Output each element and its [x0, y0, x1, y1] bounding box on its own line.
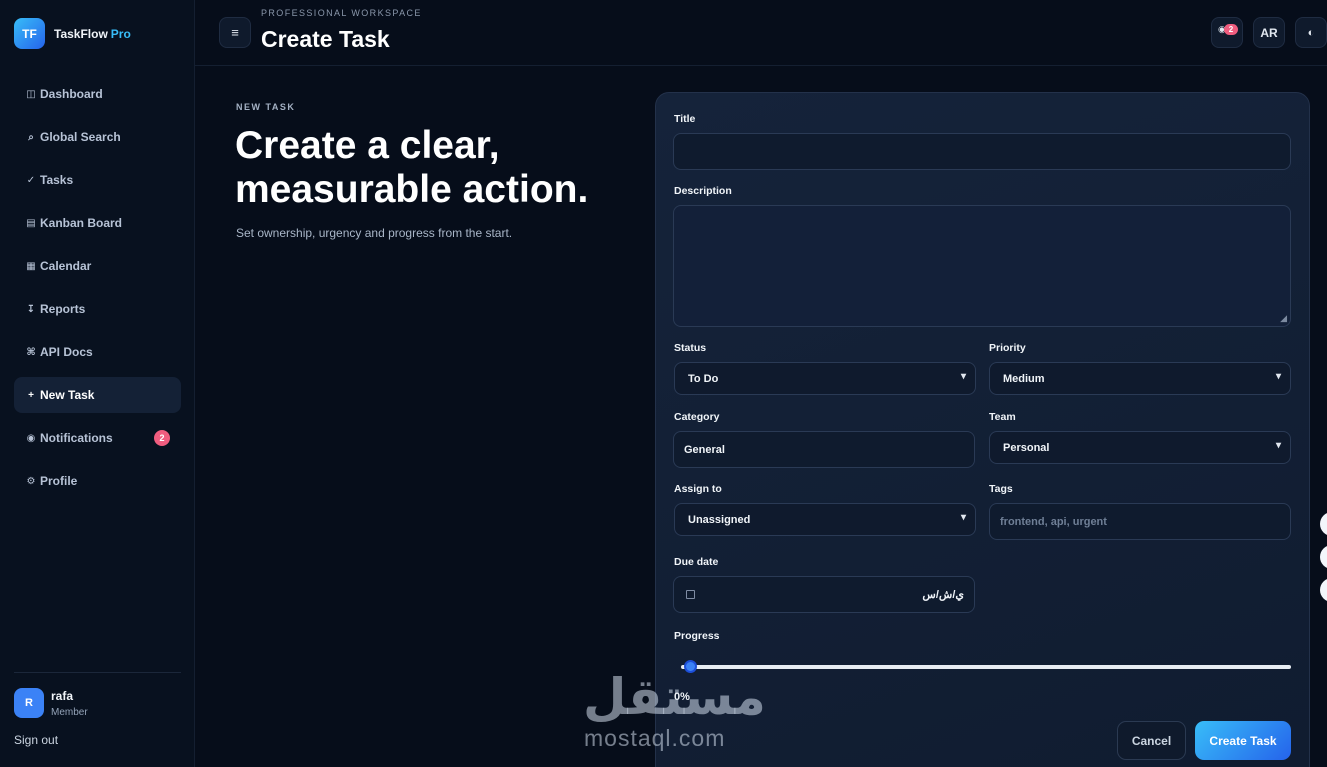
sidebar-item-tasks[interactable]: ✓ Tasks	[14, 162, 181, 198]
status-select[interactable]: To Do ▾	[674, 362, 976, 395]
brand-name-text: TaskFlow	[54, 26, 108, 41]
sidebar-item-label: Notifications	[40, 431, 113, 445]
sidebar-item-label: Dashboard	[40, 87, 103, 101]
floating-widget-handle[interactable]	[1320, 578, 1327, 602]
chevron-down-icon: ▾	[960, 512, 966, 523]
user-card[interactable]: R rafa Member	[14, 688, 88, 718]
contrast-icon: ◐	[1307, 26, 1315, 39]
assign-value: Unassigned	[688, 513, 751, 526]
dashboard-icon: ◫	[26, 88, 36, 100]
chevron-down-icon: ▾	[1275, 440, 1281, 451]
description-textarea[interactable]: ◢	[673, 205, 1291, 327]
sidebar-item-api-docs[interactable]: ⌘ API Docs	[14, 334, 181, 370]
priority-label: Priority	[989, 342, 1026, 354]
sidebar-item-label: Tasks	[40, 173, 74, 187]
hero-eyebrow: NEW TASK	[236, 102, 296, 112]
calendar-icon[interactable]	[686, 590, 695, 599]
category-input[interactable]: General	[673, 431, 975, 468]
hero-title: Create a clear, measurable action.	[235, 124, 589, 211]
notification-count-badge: 2	[1224, 24, 1238, 35]
brand-name: TaskFlow Pro	[54, 27, 131, 41]
sign-out-link[interactable]: Sign out	[14, 733, 58, 747]
menu-icon: ≡	[231, 25, 239, 40]
tags-label: Tags	[989, 483, 1013, 495]
theme-toggle-button[interactable]: ◐	[1295, 17, 1327, 48]
brand-pro-label: Pro	[110, 26, 131, 41]
title-input[interactable]	[673, 133, 1291, 170]
download-icon: ↧	[26, 303, 36, 315]
notifications-button[interactable]: ◉ 2	[1211, 17, 1243, 48]
brand-logo: TF	[14, 18, 45, 49]
tags-placeholder: frontend, api, urgent	[1000, 515, 1107, 528]
category-label: Category	[674, 411, 720, 423]
create-task-button[interactable]: Create Task	[1195, 721, 1291, 760]
cancel-button[interactable]: Cancel	[1117, 721, 1186, 760]
check-icon: ✓	[26, 174, 36, 186]
notification-count-badge: 2	[154, 430, 170, 446]
sidebar-nav: ◫ Dashboard ⌕ Global Search ✓ Tasks ▤ Ka…	[14, 76, 181, 506]
chevron-down-icon: ▾	[1275, 371, 1281, 382]
priority-value: Medium	[1003, 372, 1045, 385]
progress-slider-track[interactable]	[681, 665, 1291, 669]
hero-subtitle: Set ownership, urgency and progress from…	[236, 226, 513, 240]
search-icon: ⌕	[28, 131, 34, 143]
sidebar: TF TaskFlow Pro ◫ Dashboard ⌕ Global Sear…	[0, 0, 195, 767]
eye-icon: ◉	[26, 432, 36, 444]
sidebar-item-label: Reports	[40, 302, 86, 316]
sidebar-item-dashboard[interactable]: ◫ Dashboard	[14, 76, 181, 112]
sidebar-item-label: Calendar	[40, 259, 92, 273]
sidebar-divider	[14, 672, 181, 673]
menu-toggle-button[interactable]: ≡	[219, 17, 251, 48]
sidebar-item-global-search[interactable]: ⌕ Global Search	[14, 119, 181, 155]
due-date-label: Due date	[674, 556, 719, 568]
priority-select[interactable]: Medium ▾	[989, 362, 1291, 395]
sidebar-item-label: New Task	[40, 388, 95, 402]
status-label: Status	[674, 342, 707, 354]
brand[interactable]: TF TaskFlow Pro	[14, 18, 131, 49]
gear-icon: ⚙	[26, 475, 36, 487]
sidebar-item-notifications[interactable]: ◉ Notifications 2	[14, 420, 181, 456]
due-date-input[interactable]: ي/ش/س	[673, 576, 975, 613]
language-toggle-button[interactable]: AR	[1253, 17, 1285, 48]
user-name: rafa	[51, 688, 74, 703]
description-label: Description	[674, 185, 732, 197]
sidebar-item-label: Global Search	[40, 130, 121, 144]
sidebar-item-calendar[interactable]: ▦ Calendar	[14, 248, 181, 284]
assign-label: Assign to	[674, 483, 722, 495]
sidebar-item-new-task[interactable]: + New Task	[14, 377, 181, 413]
avatar: R	[14, 688, 44, 718]
floating-widget-handle[interactable]	[1320, 512, 1327, 536]
assign-select[interactable]: Unassigned ▾	[674, 503, 976, 536]
tags-input[interactable]: frontend, api, urgent	[989, 503, 1291, 540]
status-value: To Do	[688, 372, 719, 385]
user-info: rafa Member	[51, 689, 88, 718]
mostaql-watermark-url: mostaql.com	[584, 725, 726, 751]
due-date-value: ي/ش/س	[922, 589, 964, 601]
sidebar-item-label: API Docs	[40, 345, 93, 359]
team-select[interactable]: Personal ▾	[989, 431, 1291, 464]
command-icon: ⌘	[26, 346, 36, 358]
team-value: Personal	[1003, 441, 1050, 454]
calendar-icon: ▦	[26, 260, 36, 272]
page-title: Create Task	[261, 26, 390, 52]
workspace-eyebrow: PROFESSIONAL WORKSPACE	[261, 8, 422, 18]
team-label: Team	[989, 411, 1016, 423]
sidebar-item-kanban-board[interactable]: ▤ Kanban Board	[14, 205, 181, 241]
sidebar-item-reports[interactable]: ↧ Reports	[14, 291, 181, 327]
user-role: Member	[51, 706, 88, 718]
plus-icon: +	[28, 389, 34, 401]
progress-label: Progress	[674, 630, 720, 642]
sidebar-item-label: Profile	[40, 474, 78, 488]
sidebar-item-profile[interactable]: ⚙ Profile	[14, 463, 181, 499]
kanban-icon: ▤	[26, 217, 36, 229]
chevron-down-icon: ▾	[960, 371, 966, 382]
resize-handle-icon[interactable]: ◢	[1280, 313, 1287, 324]
topbar: ≡ PROFESSIONAL WORKSPACE Create Task ◉ 2…	[195, 0, 1327, 66]
mostaql-watermark-logo: مستقل	[583, 668, 766, 726]
title-label: Title	[674, 113, 696, 125]
floating-widget-handle[interactable]	[1320, 545, 1327, 569]
sidebar-item-label: Kanban Board	[40, 216, 123, 230]
